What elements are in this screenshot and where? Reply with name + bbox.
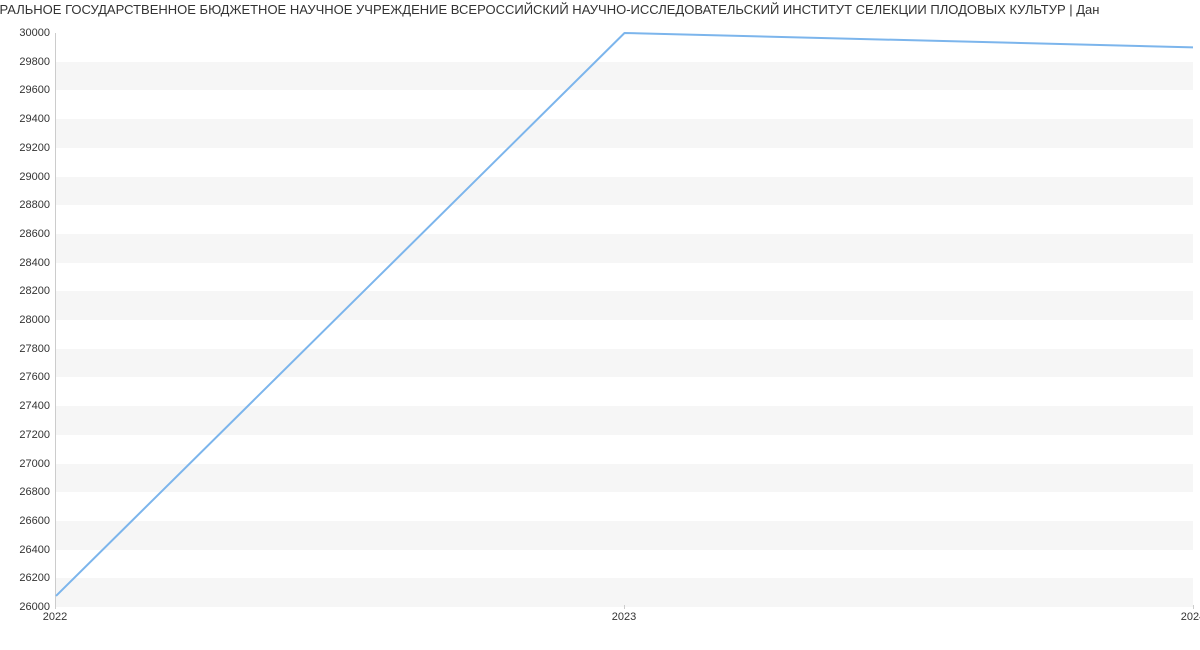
y-axis-label: 27400 [19, 400, 50, 412]
y-axis-label: 26200 [19, 572, 50, 584]
data-series-line [56, 33, 1193, 596]
y-axis-label: 28600 [19, 228, 50, 240]
chart-title: ДЕРАЛЬНОЕ ГОСУДАРСТВЕННОЕ БЮДЖЕТНОЕ НАУЧ… [0, 0, 1182, 25]
x-axis-tick [1193, 605, 1194, 609]
y-axis-label: 29400 [19, 113, 50, 125]
y-axis-label: 27200 [19, 429, 50, 441]
line-chart-svg [56, 33, 1193, 606]
y-axis-label: 29000 [19, 171, 50, 183]
x-axis-label: 2022 [43, 611, 67, 623]
x-axis-tick [55, 605, 56, 609]
y-axis-label: 27000 [19, 458, 50, 470]
y-axis-label: 28200 [19, 285, 50, 297]
y-axis-label: 29600 [19, 84, 50, 96]
y-axis-label: 28400 [19, 257, 50, 269]
y-axis-label: 26400 [19, 544, 50, 556]
y-axis-label: 29200 [19, 142, 50, 154]
chart-container: 2600026200264002660026800270002720027400… [0, 25, 1200, 649]
y-axis-label: 28000 [19, 314, 50, 326]
plot-area [55, 33, 1193, 607]
y-axis-label: 26800 [19, 486, 50, 498]
x-axis-tick [624, 605, 625, 609]
x-axis-label: 2023 [612, 611, 636, 623]
y-axis-label: 27800 [19, 343, 50, 355]
y-axis-label: 27600 [19, 371, 50, 383]
y-axis-label: 28800 [19, 199, 50, 211]
x-axis-label: 2024 [1181, 611, 1200, 623]
y-axis-label: 26600 [19, 515, 50, 527]
y-axis-label: 30000 [19, 27, 50, 39]
y-axis-label: 29800 [19, 56, 50, 68]
